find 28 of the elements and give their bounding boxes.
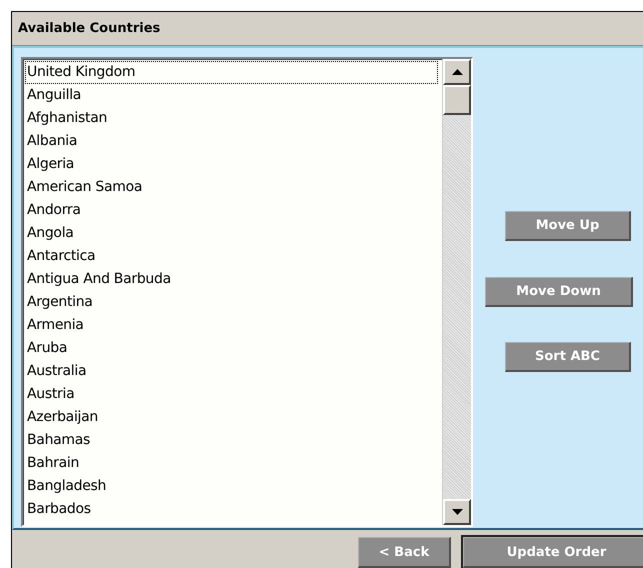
list-item[interactable]: Bangladesh [25, 475, 442, 498]
list-item[interactable]: Albania [25, 130, 442, 153]
country-list[interactable] [21, 57, 473, 527]
list-item[interactable]: Algeria [25, 153, 442, 176]
scrollbar[interactable] [442, 59, 471, 525]
list-item[interactable]: Australia [25, 360, 442, 383]
list-item[interactable]: Azerbaijan [25, 406, 442, 429]
list-item[interactable]: Austria [25, 383, 442, 406]
up-arrow-icon [452, 69, 462, 75]
list-item[interactable]: Afghanistan [25, 107, 442, 130]
list-item[interactable]: Antarctica [25, 245, 442, 268]
scroll-thumb[interactable] [443, 85, 471, 115]
down-arrow-icon [452, 509, 462, 515]
list-item[interactable]: Armenia [25, 314, 442, 337]
panel-title: Available Countries [18, 21, 160, 36]
list-item[interactable]: Argentina [25, 291, 442, 314]
list-item[interactable]: Bahamas [25, 429, 442, 452]
list-item[interactable]: American Samoa [25, 176, 442, 199]
list-item[interactable]: Anguilla [25, 84, 442, 107]
list-item[interactable]: Andorra [25, 199, 442, 222]
scroll-up-button[interactable] [443, 59, 471, 85]
list-item[interactable]: United Kingdom [25, 61, 438, 84]
list-item[interactable]: Antigua And Barbuda [25, 268, 442, 291]
list-item[interactable]: Aruba [25, 337, 442, 360]
list-item[interactable]: Bahrain [25, 452, 442, 475]
list-item[interactable]: Barbados [25, 498, 442, 521]
scroll-down-button[interactable] [443, 499, 471, 525]
list-item[interactable]: Angola [25, 222, 442, 245]
